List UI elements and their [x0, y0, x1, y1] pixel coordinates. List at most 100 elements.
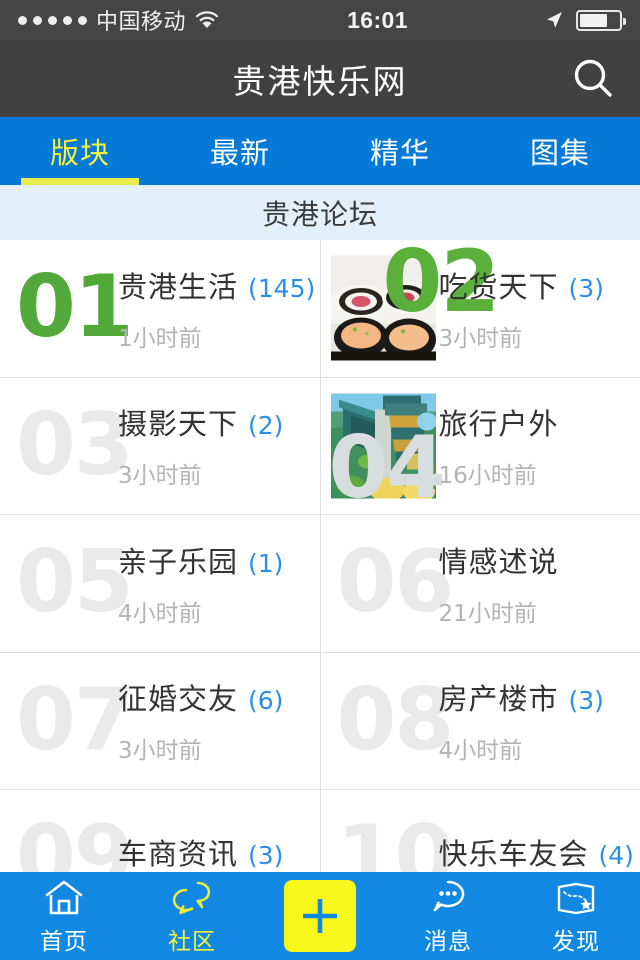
chat-bubbles-icon — [171, 877, 213, 919]
forum-info: 车商资讯 (3) — [118, 831, 320, 872]
forum-info: 征婚交友 (6) 3小时前 — [118, 676, 320, 765]
tab-banderkuai[interactable]: 版块 — [0, 117, 160, 185]
forum-name: 亲子乐园 — [118, 544, 239, 579]
forum-timestamp: 3小时前 — [438, 325, 523, 352]
nav-item-home[interactable]: 首页 — [0, 872, 128, 960]
forum-post-count: (1) — [248, 548, 284, 578]
rank-number: 03 — [16, 394, 134, 495]
forum-info: 房产楼市 (3) 4小时前 — [439, 676, 640, 765]
forum-info: 快乐车友会 (4) — [439, 831, 640, 872]
forum-timestamp: 4小时前 — [118, 600, 202, 627]
grid-row: 07 征婚交友 (6) 3小时前 08 房产楼市 (3) 4小时前 — [0, 652, 640, 790]
carrier-label: 中国移动 — [96, 10, 187, 35]
tab-label: 最新 — [209, 136, 270, 170]
forum-cell-07[interactable]: 07 征婚交友 (6) 3小时前 — [0, 653, 320, 790]
forum-title-row: 贵港生活 (145) — [118, 264, 315, 306]
forum-post-count: (3) — [568, 686, 604, 716]
status-bar-right — [544, 9, 626, 31]
nav-label: 社区 — [168, 928, 216, 955]
forum-post-count: (3) — [248, 840, 284, 870]
forum-post-count: (2) — [248, 411, 284, 441]
forum-name: 吃货天下 — [438, 269, 559, 304]
forum-info: 旅行户外 16小时前 — [439, 401, 640, 490]
forum-post-count: (3) — [568, 273, 604, 303]
tab-label: 精华 — [369, 136, 430, 170]
home-icon — [43, 877, 85, 919]
forum-title-row: 快乐车友会 (4) — [439, 831, 634, 872]
forum-info: 情感述说 21小时前 — [439, 539, 640, 628]
plus-icon[interactable] — [284, 880, 356, 952]
forum-cell-08[interactable]: 08 房产楼市 (3) 4小时前 — [319, 652, 640, 789]
section-header: 贵港论坛 — [0, 185, 640, 240]
rank-number: 01 — [16, 257, 134, 358]
forum-timestamp: 4小时前 — [438, 738, 523, 765]
forum-info: 亲子乐园 (1) 4小时前 — [118, 539, 320, 628]
forum-grid[interactable]: 01 贵港生活 (145) 1小时前 02 吃货天下 (3) 3小时前 03 摄… — [0, 240, 640, 872]
forum-title-row: 吃货天下 (3) — [439, 264, 631, 306]
forum-name: 摄影天下 — [118, 407, 239, 442]
grid-row: 01 贵港生活 (145) 1小时前 02 吃货天下 (3) 3小时前 — [0, 240, 640, 378]
status-bar: 中国移动 16:01 — [0, 0, 640, 40]
status-bar-left: 中国移动 — [18, 4, 219, 36]
title-bar: 贵港快乐网 — [0, 40, 640, 117]
forum-name: 旅行户外 — [438, 407, 559, 442]
forum-post-count: (145) — [248, 273, 316, 303]
map-star-icon — [555, 877, 597, 919]
signal-strength-dots — [18, 15, 87, 25]
forum-info: 贵港生活 (145) 1小时前 — [118, 264, 320, 353]
forum-timestamp: 1小时前 — [118, 325, 202, 352]
grid-row: 05 亲子乐园 (1) 4小时前 06 情感述说 21小时前 — [0, 515, 640, 653]
forum-title-row: 旅行户外 — [439, 401, 631, 443]
nav-label: 消息 — [424, 928, 472, 955]
tab-bar: 版块 最新 精华 图集 — [0, 117, 640, 185]
forum-post-count: (4) — [598, 840, 634, 870]
forum-name: 车商资讯 — [118, 836, 239, 871]
tab-tuji[interactable]: 图集 — [480, 117, 640, 185]
forum-title-row: 摄影天下 (2) — [118, 401, 310, 443]
forum-cell-05[interactable]: 05 亲子乐园 (1) 4小时前 — [0, 515, 320, 652]
forum-timestamp: 3小时前 — [118, 463, 202, 490]
forum-timestamp: 21小时前 — [438, 600, 537, 627]
bottom-navigation-bar: 首页 社区 消息 发现 — [0, 872, 640, 960]
message-icon — [427, 877, 469, 919]
tab-jinghua[interactable]: 精华 — [320, 117, 480, 185]
forum-cell-04[interactable]: 04 旅行户外 16小时前 — [319, 377, 640, 514]
rank-number: 05 — [16, 532, 134, 633]
rank-number: 06 — [336, 532, 455, 633]
nav-label: 首页 — [40, 928, 88, 955]
forum-info: 摄影天下 (2) 3小时前 — [118, 401, 320, 490]
tab-label: 图集 — [529, 136, 590, 170]
section-title: 贵港论坛 — [261, 197, 378, 231]
nav-item-messages[interactable]: 消息 — [384, 872, 512, 960]
forum-cell-03[interactable]: 03 摄影天下 (2) 3小时前 — [0, 378, 320, 515]
nav-item-discover[interactable]: 发现 — [512, 872, 640, 960]
forum-title-row: 亲子乐园 (1) — [118, 539, 310, 581]
rank-number: 07 — [16, 669, 134, 770]
forum-cell-01[interactable]: 01 贵港生活 (145) 1小时前 — [0, 240, 320, 377]
forum-info: 吃货天下 (3) 3小时前 — [439, 264, 640, 353]
tab-zuixin[interactable]: 最新 — [160, 117, 320, 185]
page-title: 贵港快乐网 — [232, 61, 408, 101]
forum-title-row: 房产楼市 (3) — [439, 676, 631, 718]
nav-item-post[interactable] — [256, 872, 384, 960]
forum-name: 征婚交友 — [118, 682, 239, 717]
search-icon[interactable] — [566, 51, 622, 107]
forum-thumbnail-sushi — [330, 255, 436, 361]
rank-number: 09 — [16, 807, 134, 872]
forum-name: 快乐车友会 — [438, 836, 589, 871]
forum-cell-09[interactable]: 09 车商资讯 (3) — [0, 790, 320, 872]
forum-timestamp: 3小时前 — [118, 738, 202, 765]
nav-item-community[interactable]: 社区 — [128, 872, 256, 960]
forum-cell-06[interactable]: 06 情感述说 21小时前 — [319, 515, 640, 652]
location-arrow-icon — [544, 10, 564, 30]
app-screen: 中国移动 16:01 贵港快乐网 版块 最新 精华 图集 贵港论坛 01 贵港生… — [0, 0, 640, 960]
nav-label: 发现 — [552, 928, 600, 955]
forum-cell-10[interactable]: 10 快乐车友会 (4) — [319, 790, 640, 872]
forum-thumbnail-temple — [330, 393, 436, 499]
rank-number: 10 — [336, 807, 455, 872]
forum-name: 房产楼市 — [438, 682, 559, 717]
forum-name: 贵港生活 — [118, 269, 239, 304]
battery-icon — [576, 9, 626, 31]
forum-cell-02[interactable]: 02 吃货天下 (3) 3小时前 — [319, 240, 640, 377]
forum-title-row: 车商资讯 (3) — [118, 831, 310, 872]
